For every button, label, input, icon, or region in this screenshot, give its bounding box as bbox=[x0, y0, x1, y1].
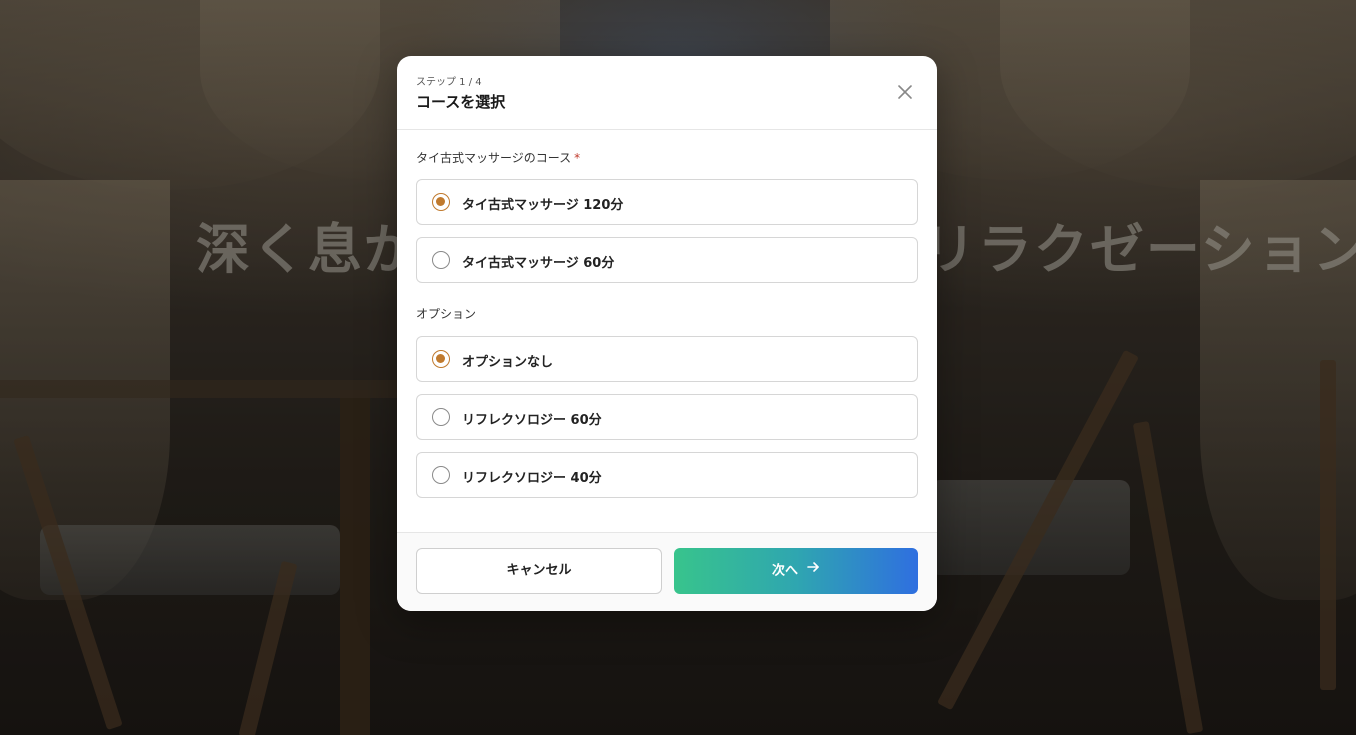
option-section-label: オプション bbox=[416, 307, 477, 321]
radio-button[interactable] bbox=[432, 466, 450, 484]
course-selection-dialog: ステップ 1 / 4 コースを選択 タイ古式マッサージのコース * タイ古式マッサ… bbox=[397, 56, 937, 611]
next-button-label: 次へ bbox=[771, 563, 798, 579]
radio-button[interactable] bbox=[432, 251, 450, 269]
addon-option-none[interactable]: オプションなし bbox=[416, 336, 918, 382]
dialog-footer: キャンセル 次へ bbox=[397, 533, 937, 611]
option-label: オプションなし bbox=[462, 355, 554, 370]
option-label: タイ古式マッサージ 60分 bbox=[462, 256, 615, 271]
close-button[interactable] bbox=[893, 80, 917, 104]
radio-button[interactable] bbox=[432, 193, 450, 211]
course-option-thai-60[interactable]: タイ古式マッサージ 60分 bbox=[416, 237, 918, 283]
next-button[interactable]: 次へ bbox=[674, 548, 918, 594]
cancel-button[interactable]: キャンセル bbox=[416, 548, 662, 594]
course-section-label-text: タイ古式マッサージのコース bbox=[416, 151, 572, 165]
option-label: タイ古式マッサージ 120分 bbox=[462, 198, 624, 213]
course-option-thai-120[interactable]: タイ古式マッサージ 120分 bbox=[416, 179, 918, 225]
radio-button[interactable] bbox=[432, 350, 450, 368]
arrow-right-icon bbox=[806, 548, 820, 594]
close-icon bbox=[898, 85, 912, 99]
radio-button[interactable] bbox=[432, 408, 450, 426]
required-mark: * bbox=[574, 151, 581, 165]
dialog-title: コースを選択 bbox=[416, 93, 506, 111]
option-label: リフレクソロジー 60分 bbox=[462, 413, 602, 428]
course-section-label: タイ古式マッサージのコース * bbox=[416, 150, 918, 166]
addon-option-reflexology-60[interactable]: リフレクソロジー 60分 bbox=[416, 394, 918, 440]
dialog-header: ステップ 1 / 4 コースを選択 bbox=[397, 56, 937, 130]
option-label: リフレクソロジー 40分 bbox=[462, 471, 602, 486]
step-indicator: ステップ 1 / 4 bbox=[416, 77, 482, 88]
dialog-body: タイ古式マッサージのコース * タイ古式マッサージ 120分 タイ古式マッサージ … bbox=[397, 130, 937, 533]
addon-option-reflexology-40[interactable]: リフレクソロジー 40分 bbox=[416, 452, 918, 498]
